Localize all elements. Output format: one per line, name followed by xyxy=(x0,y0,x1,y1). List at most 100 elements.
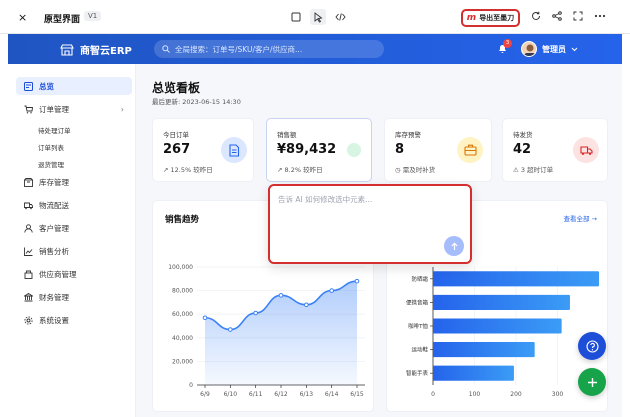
export-to-modao-button[interactable]: m 导出至墨刀 xyxy=(461,9,520,27)
briefcase-icon xyxy=(457,137,483,163)
category-label: 便携音箱 xyxy=(406,298,429,306)
data-point xyxy=(304,302,309,308)
kpi-value: 42 xyxy=(513,142,532,157)
x-tick-label: 6/13 xyxy=(300,391,314,398)
kpi-label: 销售额 xyxy=(277,131,297,139)
chevron-down-icon xyxy=(571,47,578,51)
kpi-card-today-orders[interactable]: 今日订单 267 ↗ 12.5% 较昨日 xyxy=(152,118,254,182)
bar xyxy=(433,342,535,358)
sidebar-item-finance[interactable]: 财务管理 xyxy=(16,288,132,306)
plus-icon xyxy=(587,377,597,387)
ai-prompt-input[interactable] xyxy=(278,194,463,234)
x-tick-label: 6/9 xyxy=(200,391,210,398)
x-tick-label: 100 xyxy=(469,391,481,398)
kpi-value: 8 xyxy=(395,142,405,157)
kpi-card-sales[interactable]: 销售额 ¥89,432 ↗ 8.2% 较昨日 xyxy=(266,118,372,182)
panel-title: 销售趋势 xyxy=(165,215,200,225)
store-icon xyxy=(60,43,74,56)
x-tick-label: 200 xyxy=(510,391,522,398)
user-name: 管理员 xyxy=(542,44,566,54)
sidebar: 总览 订单管理 › 待处理订单 订单列表 退货管理 库存管理 物流配送 客户管理… xyxy=(8,64,136,417)
x-tick-label: 6/14 xyxy=(325,391,339,398)
y-tick-label: 40,000 xyxy=(172,335,193,342)
y-tick-label: 20,000 xyxy=(172,358,193,365)
brand-name: 商智云ERP xyxy=(80,46,132,57)
sidebar-item-suppliers[interactable]: 供应商管理 xyxy=(16,265,132,283)
refresh-icon[interactable] xyxy=(531,11,541,24)
y-tick-label: 100,000 xyxy=(168,264,193,271)
sidebar-item-customers[interactable]: 客户管理 xyxy=(16,219,132,237)
sidebar-item-label: 客户管理 xyxy=(39,223,69,233)
kpi-note: ⚠ 3 超时订单 xyxy=(513,166,554,174)
cart-icon xyxy=(24,105,33,113)
x-tick-label: 6/11 xyxy=(249,391,263,398)
sidebar-item-inventory[interactable]: 库存管理 xyxy=(16,173,132,191)
user-menu[interactable]: 管理员 xyxy=(521,41,578,57)
fullscreen-icon[interactable] xyxy=(573,11,583,24)
x-tick-label: 6/15 xyxy=(350,391,364,398)
sidebar-item-overview[interactable]: 总览 xyxy=(16,77,132,95)
ai-edit-popup xyxy=(268,184,472,264)
notification-badge: 3 xyxy=(503,39,512,48)
dot-icon xyxy=(347,143,361,157)
cursor-select-icon[interactable] xyxy=(310,9,326,25)
x-tick-label: 6/10 xyxy=(224,391,238,398)
share-icon[interactable] xyxy=(552,11,562,24)
more-icon[interactable] xyxy=(594,11,606,24)
add-button[interactable] xyxy=(578,368,606,396)
category-label: 智能手表 xyxy=(406,369,429,377)
gear-icon xyxy=(24,315,33,325)
sidebar-item-label: 销售分析 xyxy=(39,246,69,256)
send-button[interactable] xyxy=(444,236,464,256)
sidebar-sub-returns[interactable]: 退货管理 xyxy=(38,159,64,169)
y-tick-label: 0 xyxy=(189,382,193,389)
sidebar-item-settings[interactable]: 系统设置 xyxy=(16,311,132,329)
sidebar-item-label: 系统设置 xyxy=(39,315,69,325)
frame-toolbar: × 原型界面 V1 m 导出至墨刀 xyxy=(0,0,630,34)
box-icon xyxy=(24,177,33,187)
y-tick-label: 60,000 xyxy=(172,311,193,318)
bar xyxy=(433,365,514,381)
user-icon xyxy=(24,223,33,233)
kpi-card-pending-shipments[interactable]: 待发货 42 ⚠ 3 超时订单 xyxy=(502,118,608,182)
truck-icon xyxy=(24,202,33,209)
brand-logo[interactable]: 商智云ERP xyxy=(60,42,132,57)
kpi-note: ◷ 需及时补货 xyxy=(395,166,436,174)
notification-bell[interactable]: 3 xyxy=(497,39,512,56)
view-all-link[interactable]: 查看全部 → xyxy=(563,213,597,223)
sidebar-item-label: 财务管理 xyxy=(39,292,69,302)
arrow-up-icon xyxy=(450,241,458,250)
kpi-card-stock-alert[interactable]: 库存预警 8 ◷ 需及时补货 xyxy=(384,118,492,182)
kpi-label: 库存预警 xyxy=(395,131,421,139)
code-icon[interactable] xyxy=(332,9,348,25)
x-tick-label: 0 xyxy=(431,391,435,398)
search-input[interactable] xyxy=(175,44,375,54)
frame-view-icon[interactable] xyxy=(288,9,304,25)
avatar xyxy=(521,41,537,57)
kpi-value: ¥89,432 xyxy=(277,142,337,157)
app-header: 商智云ERP 3 管理员 xyxy=(8,34,622,64)
export-label: 导出至墨刀 xyxy=(479,14,515,22)
kpi-label: 待发货 xyxy=(513,131,533,139)
sidebar-item-label: 供应商管理 xyxy=(39,269,77,279)
close-icon[interactable]: × xyxy=(18,11,27,24)
category-label: 防晒霜 xyxy=(411,275,428,283)
chart-icon xyxy=(24,247,33,256)
kpi-trend: ↗ 12.5% 较昨日 xyxy=(163,166,213,174)
category-label: 运动鞋 xyxy=(411,346,428,354)
frame-actions xyxy=(531,11,606,24)
sidebar-sub-pending-orders[interactable]: 待处理订单 xyxy=(38,125,71,135)
data-point xyxy=(228,327,233,332)
sidebar-item-sales-analysis[interactable]: 销售分析 xyxy=(16,242,132,260)
x-tick-label: 300 xyxy=(552,391,564,398)
sidebar-item-orders[interactable]: 订单管理 › xyxy=(16,100,132,118)
chevron-right-icon: › xyxy=(120,104,124,114)
kpi-label: 今日订单 xyxy=(163,131,189,139)
help-button[interactable] xyxy=(578,332,606,360)
global-search[interactable] xyxy=(154,40,384,58)
category-label: 咖啡T恤 xyxy=(408,322,428,330)
sidebar-item-logistics[interactable]: 物流配送 xyxy=(16,196,132,214)
data-point xyxy=(354,278,360,284)
view-mode-group xyxy=(288,9,348,25)
sidebar-sub-order-list[interactable]: 订单列表 xyxy=(38,142,64,152)
